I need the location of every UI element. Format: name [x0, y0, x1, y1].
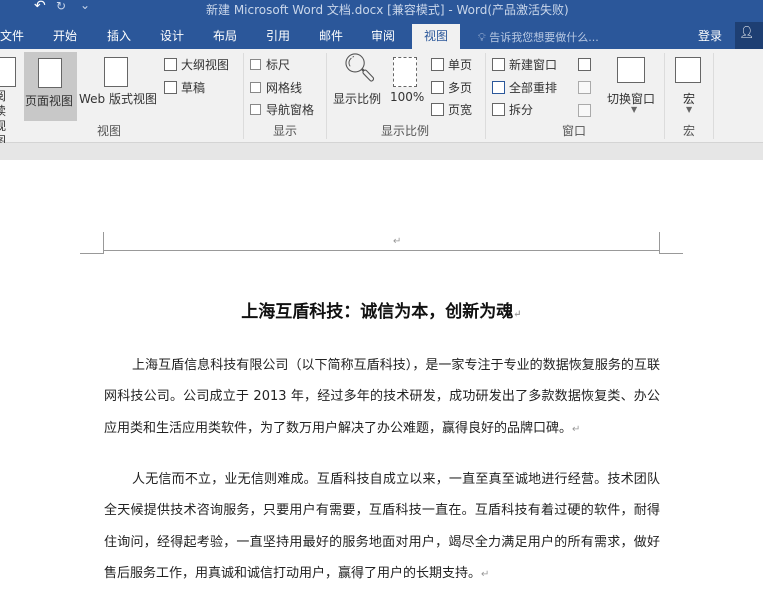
paragraph-1: 上海互盾信息科技有限公司（以下简称互盾科技），是一家专注于专业的数据恢复服务的互…: [104, 350, 660, 445]
split-label: 拆分: [509, 103, 534, 117]
new-window-button[interactable]: 新建窗口: [492, 56, 557, 73]
outline-button[interactable]: 大纲视图: [164, 56, 229, 73]
heading-text: 上海互盾科技：诚信为本，创新为魂: [241, 302, 514, 322]
dropdown-arrow-icon: ▼: [686, 105, 693, 114]
group-label-macros: 宏: [683, 124, 696, 138]
lightbulb-icon: 💡︎: [478, 31, 486, 44]
tab-design[interactable]: 设计: [160, 27, 184, 44]
switch-windows-icon: [617, 57, 645, 83]
group-label-show: 显示: [273, 124, 298, 138]
document-heading: 上海互盾科技：诚信为本，创新为魂↵: [104, 297, 659, 322]
tab-mailings[interactable]: 邮件: [319, 27, 343, 44]
arrange-all-icon: [492, 81, 505, 94]
navigation-pane-label: 导航窗格: [266, 103, 315, 117]
group-label-zoom: 显示比例: [381, 124, 430, 138]
navigation-pane-checkbox[interactable]: 导航窗格: [250, 101, 314, 118]
undo-icon[interactable]: ↶: [34, 0, 46, 14]
zoom-button[interactable]: 显示比例: [333, 90, 381, 107]
print-layout-icon: [38, 58, 62, 88]
title-bar: ↶ ↻ ⌄ 新建 Microsoft Word 文档.docx [兼容模式] -…: [0, 0, 763, 18]
ruler-checkbox[interactable]: 标尺: [250, 56, 290, 73]
tab-layout[interactable]: 布局: [213, 27, 237, 44]
tab-insert[interactable]: 插入: [107, 27, 131, 44]
dropdown-arrow-icon: ▼: [631, 105, 638, 114]
outline-label: 大纲视图: [181, 58, 230, 72]
outline-icon: [164, 58, 177, 71]
paragraph-mark: ↵: [572, 423, 581, 435]
print-layout-button[interactable]: 页面视图: [24, 52, 77, 121]
new-window-label: 新建窗口: [509, 58, 558, 72]
one-page-icon: [431, 58, 444, 71]
ribbon-tabs: 文件 开始 插入 设计 布局 引用 邮件 审阅 视图 💡︎ 告诉我您想要做什么.…: [0, 18, 763, 49]
zoom-magnifier-icon: 🔍︎: [342, 51, 378, 84]
draft-label: 草稿: [181, 81, 206, 95]
tab-home[interactable]: 开始: [53, 27, 77, 44]
draft-button[interactable]: 草稿: [164, 79, 205, 96]
ruler-area: [0, 143, 763, 160]
tab-file[interactable]: 文件: [0, 27, 24, 44]
paragraph-mark: ↵: [481, 568, 490, 580]
margin-mark: [659, 232, 683, 254]
tell-me-text: 告诉我您想要做什么...: [489, 31, 599, 44]
one-page-label: 单页: [448, 58, 473, 72]
ruler-label: 标尺: [266, 58, 291, 72]
view-side-by-side-icon[interactable]: [578, 58, 591, 71]
multiple-pages-icon: [431, 81, 444, 94]
new-window-icon: [492, 58, 505, 71]
read-mode-button[interactable]: 阅读视图: [0, 89, 14, 149]
share-person-icon[interactable]: 👤︎: [735, 22, 763, 49]
gridlines-checkbox[interactable]: 网格线: [250, 79, 302, 96]
gridlines-label: 网格线: [266, 81, 303, 95]
separator: [713, 53, 714, 139]
tab-review[interactable]: 审阅: [371, 27, 395, 44]
page-width-icon: [431, 103, 444, 116]
margin-mark: [80, 232, 104, 254]
multiple-pages-button[interactable]: 多页: [431, 79, 472, 96]
login-link[interactable]: 登录: [698, 27, 722, 44]
separator: [243, 53, 244, 139]
tab-references[interactable]: 引用: [266, 27, 290, 44]
tab-view[interactable]: 视图: [412, 24, 461, 49]
split-button[interactable]: 拆分: [492, 101, 533, 118]
header-line: [104, 250, 659, 251]
draft-icon: [164, 81, 177, 94]
sync-scroll-icon[interactable]: [578, 81, 591, 94]
customize-qat-icon[interactable]: ⌄: [80, 0, 90, 12]
group-label-window: 窗口: [562, 124, 587, 138]
read-mode-icon: [0, 57, 16, 87]
window-title: 新建 Microsoft Word 文档.docx [兼容模式] - Word(…: [206, 3, 569, 17]
macros-icon: [675, 57, 701, 83]
multiple-pages-label: 多页: [448, 81, 473, 95]
page-width-button[interactable]: 页宽: [431, 101, 472, 118]
print-layout-label: 页面视图: [25, 94, 74, 108]
arrange-all-label: 全部重排: [509, 81, 558, 95]
redo-icon[interactable]: ↻: [56, 0, 66, 13]
web-layout-button[interactable]: Web 版式视图: [79, 90, 157, 107]
one-page-button[interactable]: 单页: [431, 56, 472, 73]
paragraph-mark: ↵: [513, 309, 522, 320]
separator: [664, 53, 665, 139]
web-layout-icon: [104, 57, 128, 87]
ribbon-view: 阅读视图 页面视图 Web 版式视图 大纲视图 草稿 视图 标尺 网格线 导航窗…: [0, 49, 763, 148]
page-width-label: 页宽: [448, 103, 473, 117]
paragraph-2: 人无信而不立，业无信则难成。互盾科技自成立以来，一直至真至诚地进行经营。技术团队…: [104, 464, 660, 590]
reset-window-icon[interactable]: [578, 104, 591, 117]
zoom-100-icon: [393, 57, 417, 87]
group-label-views: 视图: [97, 124, 122, 138]
separator: [485, 53, 486, 139]
zoom-100-button[interactable]: 100%: [390, 90, 424, 104]
arrange-all-button[interactable]: 全部重排: [492, 79, 557, 96]
tell-me-search[interactable]: 💡︎ 告诉我您想要做什么...: [478, 29, 599, 45]
split-icon: [492, 103, 505, 116]
paragraph-2-text: 人无信而不立，业无信则难成。互盾科技自成立以来，一直至真至诚地进行经营。技术团队…: [104, 472, 660, 581]
document-page[interactable]: ↵ 上海互盾科技：诚信为本，创新为魂↵ 上海互盾信息科技有限公司（以下简称互盾科…: [0, 160, 763, 613]
separator: [326, 53, 327, 139]
paragraph-mark: ↵: [393, 236, 402, 247]
